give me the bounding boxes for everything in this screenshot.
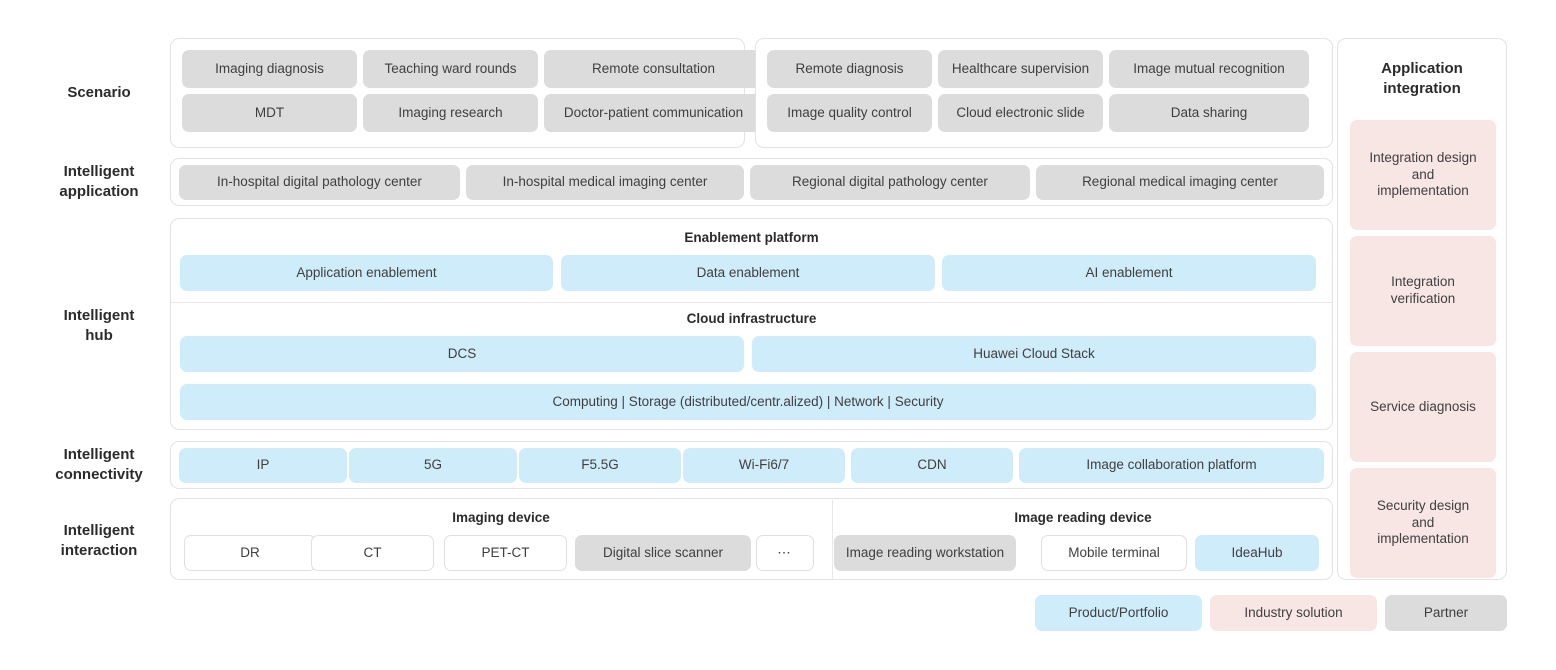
enablement-platform-title: Enablement platform [684, 230, 819, 245]
row-label-intelligent-connectivity: Intelligent connectivity [55, 445, 143, 483]
cloud-resources-chip[interactable]: Computing | Storage (distributed/centr.a… [180, 384, 1316, 420]
image-reading-device-chip[interactable]: Mobile terminal [1041, 535, 1187, 571]
scenario-chip[interactable]: Teaching ward rounds [363, 50, 538, 88]
connectivity-chip[interactable]: 5G [349, 448, 517, 483]
scenario-group-right-panel: Remote diagnosis Healthcare supervision … [755, 38, 1333, 148]
scenario-chip[interactable]: Remote consultation [544, 50, 763, 88]
legend-item-partner[interactable]: Partner [1385, 595, 1507, 631]
intelligent-application-chip[interactable]: In-hospital digital pathology center [179, 165, 460, 200]
scenario-chip[interactable]: Data sharing [1109, 94, 1309, 132]
row-label-intelligent-interaction: Intelligent interaction [60, 521, 138, 559]
image-reading-device-title: Image reading device [1014, 510, 1152, 525]
intelligent-interaction-panel: Imaging device DR CT PET-CT Digital slic… [170, 498, 1333, 580]
architecture-diagram: Scenario Intelligent application Intellig… [0, 0, 1556, 670]
cloud-infrastructure-chip[interactable]: DCS [180, 336, 744, 372]
intelligent-hub-panel: Enablement platform Application enableme… [170, 218, 1333, 430]
hub-section-divider [171, 302, 1332, 303]
application-integration-chip[interactable]: Service diagnosis [1350, 352, 1496, 462]
imaging-device-more-chip[interactable]: ⋯ [756, 535, 814, 571]
intelligent-connectivity-panel: IP 5G F5.5G Wi-Fi6/7 CDN Image collabora… [170, 441, 1333, 489]
scenario-chip[interactable]: Image quality control [767, 94, 932, 132]
imaging-device-chip[interactable]: Digital slice scanner [575, 535, 751, 571]
interaction-section-divider [832, 500, 833, 579]
enablement-chip[interactable]: AI enablement [942, 255, 1316, 291]
intelligent-application-chip[interactable]: In-hospital medical imaging center [466, 165, 744, 200]
scenario-chip[interactable]: Imaging diagnosis [182, 50, 357, 88]
row-label-scenario: Scenario [67, 83, 131, 101]
scenario-chip[interactable]: Doctor-patient communication [544, 94, 763, 132]
connectivity-chip[interactable]: F5.5G [519, 448, 681, 483]
application-integration-chip[interactable]: Security design and implementation [1350, 468, 1496, 578]
connectivity-chip[interactable]: IP [179, 448, 347, 483]
scenario-chip[interactable]: Cloud electronic slide [938, 94, 1103, 132]
cloud-infrastructure-title: Cloud infrastructure [686, 311, 817, 326]
application-integration-chip[interactable]: Integration design and implementation [1350, 120, 1496, 230]
connectivity-chip[interactable]: CDN [851, 448, 1013, 483]
intelligent-application-panel: In-hospital digital pathology center In-… [170, 158, 1333, 206]
row-label-intelligent-application: Intelligent application [59, 162, 139, 200]
enablement-chip[interactable]: Data enablement [561, 255, 935, 291]
imaging-device-title: Imaging device [452, 510, 550, 525]
scenario-chip[interactable]: Healthcare supervision [938, 50, 1103, 88]
legend-item-product-portfolio[interactable]: Product/Portfolio [1035, 595, 1202, 631]
scenario-group-left-panel: Imaging diagnosis Teaching ward rounds R… [170, 38, 763, 148]
image-reading-device-chip[interactable]: IdeaHub [1195, 535, 1319, 571]
row-label-intelligent-hub: Intelligent hub [63, 306, 135, 344]
connectivity-chip[interactable]: Wi-Fi6/7 [683, 448, 845, 483]
application-integration-panel: Application integration Integration desig… [1337, 38, 1507, 580]
cloud-infrastructure-chip[interactable]: Huawei Cloud Stack [752, 336, 1316, 372]
connectivity-chip[interactable]: Image collaboration platform [1019, 448, 1324, 483]
scenario-chip[interactable]: Remote diagnosis [767, 50, 932, 88]
intelligent-application-chip[interactable]: Regional digital pathology center [750, 165, 1030, 200]
enablement-chip[interactable]: Application enablement [180, 255, 553, 291]
application-integration-title: Application integration [1381, 60, 1463, 98]
scenario-chip[interactable]: Imaging research [363, 94, 538, 132]
application-integration-chip[interactable]: Integration verification [1350, 236, 1496, 346]
imaging-device-chip[interactable]: DR [184, 535, 316, 571]
imaging-device-chip[interactable]: PET-CT [444, 535, 567, 571]
scenario-chip[interactable]: MDT [182, 94, 357, 132]
scenario-chip[interactable]: Image mutual recognition [1109, 50, 1309, 88]
legend-item-industry-solution[interactable]: Industry solution [1210, 595, 1377, 631]
intelligent-application-chip[interactable]: Regional medical imaging center [1036, 165, 1324, 200]
imaging-device-chip[interactable]: CT [311, 535, 434, 571]
image-reading-device-chip[interactable]: Image reading workstation [834, 535, 1016, 571]
